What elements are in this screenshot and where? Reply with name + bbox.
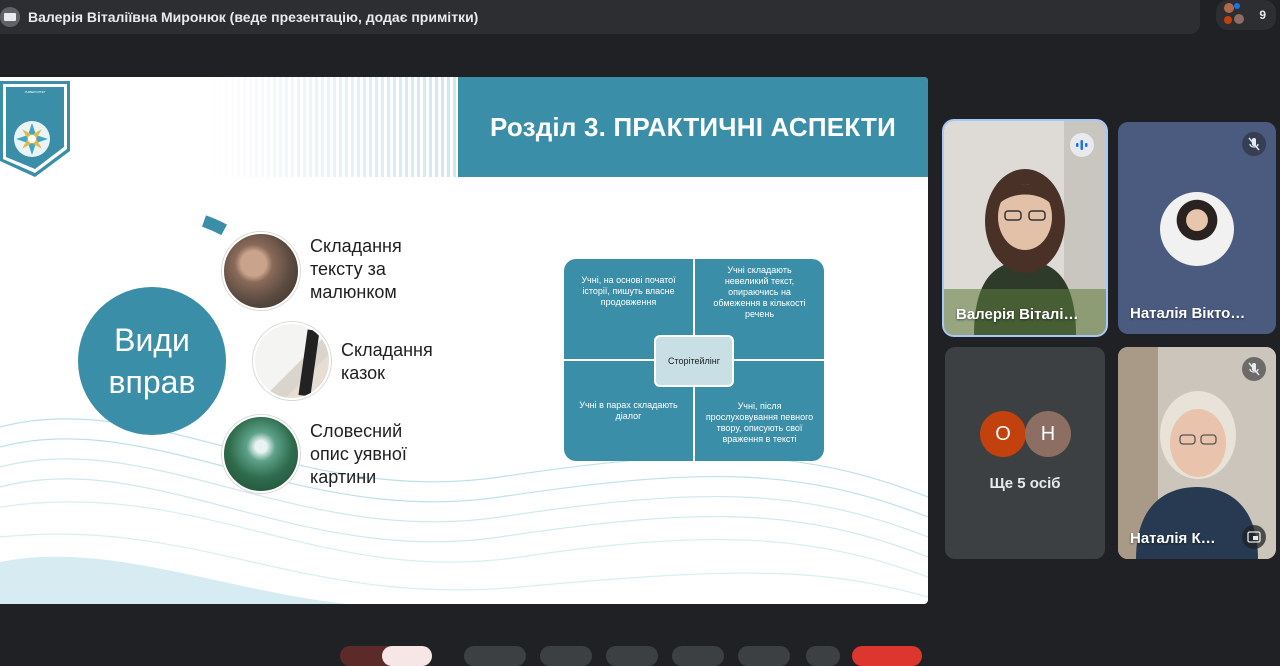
participant-name: Валерія Віталі…	[956, 306, 1079, 323]
participant-avatar	[1160, 192, 1234, 266]
participant-tile[interactable]: Наталія К…	[1118, 347, 1276, 559]
exercise-item-1: Складання тексту за малюнком	[310, 236, 402, 302]
participant-avatar: О	[980, 411, 1026, 457]
exercise-item-2: Складання казок	[341, 340, 433, 383]
camera-button[interactable]	[464, 646, 526, 666]
participant-name: Наталія Вікто…	[1130, 305, 1246, 322]
storytelling-matrix: Учні, на основі початої історії, пишуть …	[564, 259, 826, 463]
presentation-icon	[0, 7, 20, 27]
more-options-button[interactable]	[806, 646, 840, 666]
participant-avatar-mini	[1224, 16, 1232, 24]
presenter-title: Валерія Віталіївна Миронюк (веде презент…	[28, 9, 479, 25]
participant-avatar-mini	[1234, 14, 1244, 24]
presenter-bar: Валерія Віталіївна Миронюк (веде презент…	[0, 0, 1200, 34]
participant-avatar: Н	[1025, 411, 1071, 457]
mic-off-icon	[1242, 132, 1266, 156]
exercise-item-3: Словесний опис уявної картини	[310, 421, 407, 487]
participant-tile[interactable]: Валерія Віталі…	[944, 121, 1106, 335]
participants-button[interactable]: 9	[1216, 0, 1276, 30]
call-controls	[340, 646, 940, 666]
picture-in-picture-icon[interactable]	[1242, 525, 1266, 549]
participant-avatar-mini	[1224, 3, 1234, 13]
more-participants-tile[interactable]: О Н Ще 5 осіб	[945, 347, 1105, 559]
participant-tile[interactable]: Наталія Вікто…	[1118, 122, 1276, 334]
classroom-photo	[222, 232, 300, 310]
participants-count: 9	[1259, 8, 1266, 22]
exercise-types-circle: Види вправ	[78, 287, 226, 435]
university-logo: УНІВЕРСИТЕТ	[0, 81, 70, 177]
speaking-indicator-icon	[1070, 133, 1094, 157]
mic-toggle-button[interactable]	[382, 646, 432, 666]
waterfall-photo	[222, 415, 300, 493]
circle-line-2: вправ	[108, 364, 196, 400]
leave-call-button[interactable]	[852, 646, 922, 666]
writing-photo	[253, 322, 331, 400]
slide-title: Розділ 3. ПРАКТИЧНІ АСПЕКТИ	[489, 111, 897, 142]
present-button[interactable]	[672, 646, 724, 666]
emoji-button[interactable]	[606, 646, 658, 666]
captions-button[interactable]	[540, 646, 592, 666]
circle-line-1: Види	[114, 322, 190, 358]
header-stripes-decoration	[210, 77, 460, 177]
matrix-center: Сторітейлінг	[654, 335, 734, 387]
presentation-slide: Розділ 3. ПРАКТИЧНІ АСПЕКТИ УНІВЕРСИТЕТ …	[0, 77, 928, 604]
participant-name: Наталія К…	[1130, 530, 1216, 547]
participant-avatar-mini	[1234, 3, 1240, 9]
raise-hand-button[interactable]	[738, 646, 790, 666]
slide-header: Розділ 3. ПРАКТИЧНІ АСПЕКТИ	[458, 77, 928, 177]
mic-off-icon	[1242, 357, 1266, 381]
more-participants-label: Ще 5 осіб	[989, 475, 1061, 492]
svg-text:УНІВЕРСИТЕТ: УНІВЕРСИТЕТ	[25, 90, 46, 94]
